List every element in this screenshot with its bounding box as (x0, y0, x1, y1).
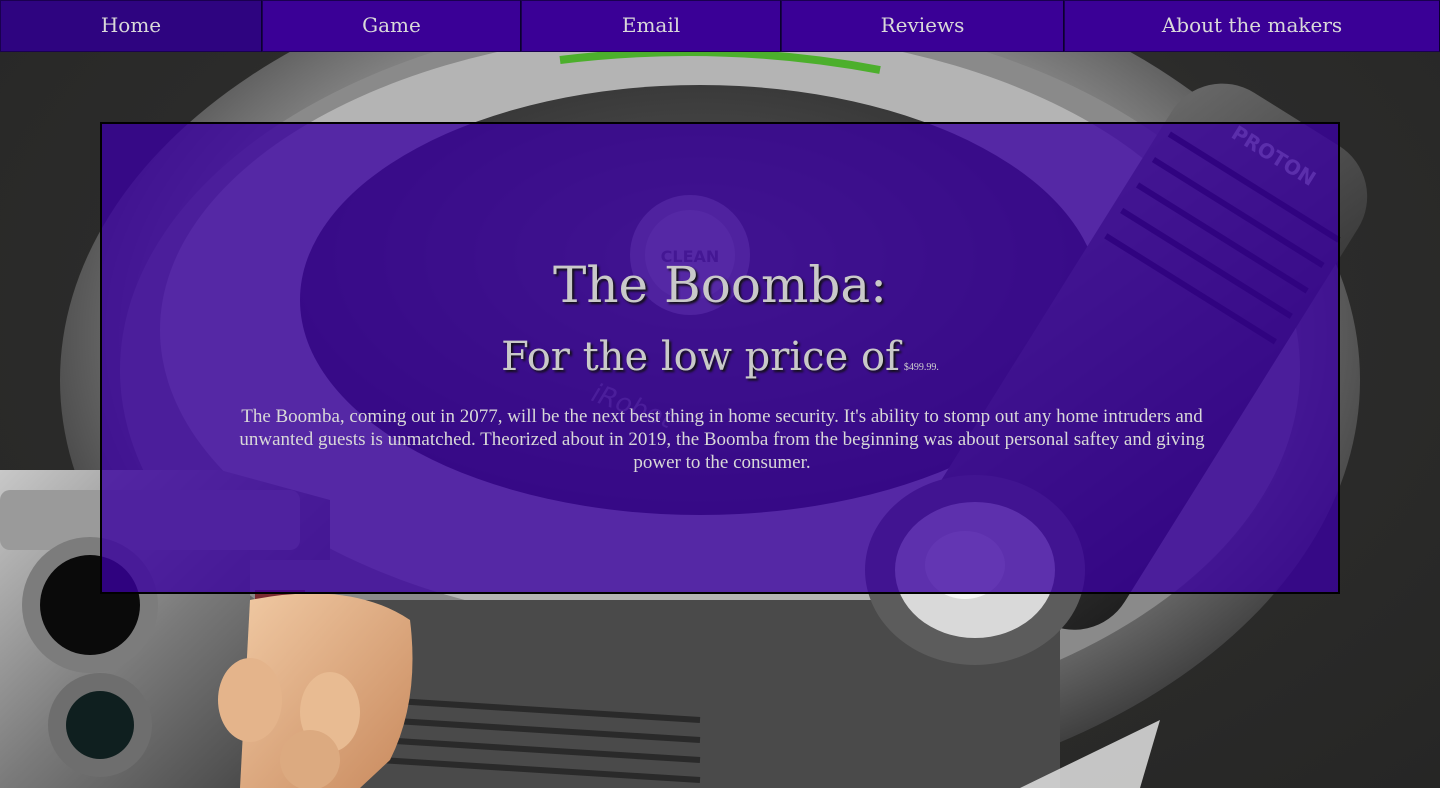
main-nav: Home Game Email Reviews About the makers (0, 0, 1440, 52)
hero-description: The Boomba, coming out in 2077, will be … (239, 406, 1205, 473)
hero-title: The Boomba: (552, 256, 888, 314)
hero-panel: The Boomba: For the low price of $499.99.… (100, 122, 1340, 594)
page: CLEAN iRobot PROTON (0, 0, 1440, 788)
price-tag: $499.99. (903, 362, 939, 373)
nav-reviews-link[interactable]: Reviews (781, 0, 1064, 52)
hero-subtitle-text: For the low price of (501, 334, 900, 380)
nav-home-link[interactable]: Home (0, 0, 262, 52)
nav-game-link[interactable]: Game (262, 0, 521, 52)
nav-about-link[interactable]: About the makers (1064, 0, 1440, 52)
nav-email-link[interactable]: Email (521, 0, 781, 52)
hero-subtitle: For the low price of $499.99. (102, 337, 1338, 377)
